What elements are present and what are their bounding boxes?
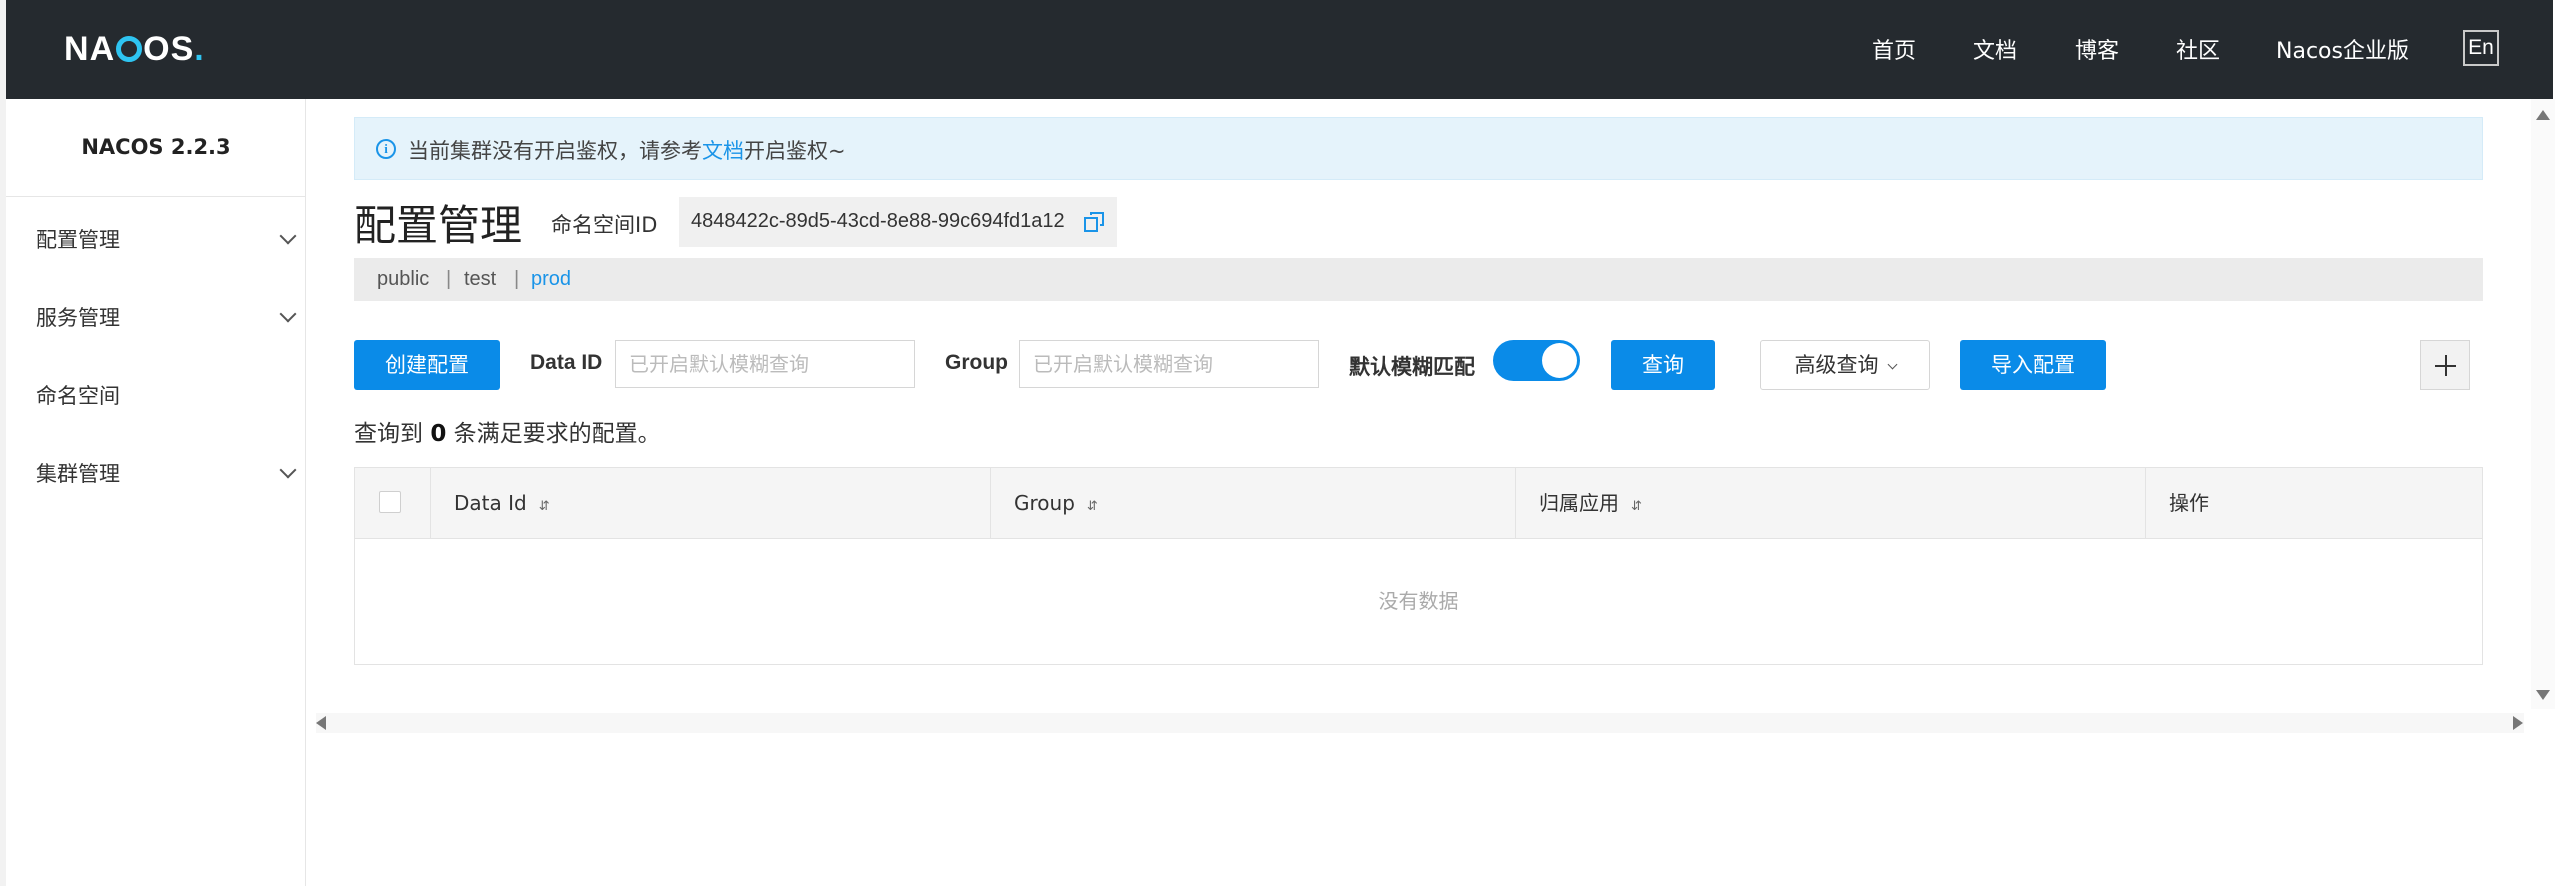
sort-icon[interactable]: ⇵ — [539, 499, 550, 514]
scroll-left-icon[interactable] — [316, 716, 326, 730]
sidebar-item-config-management[interactable]: 配置管理 — [36, 224, 298, 254]
namespace-tab-test[interactable]: test — [464, 268, 496, 291]
sidebar-item-cluster-management[interactable]: 集群管理 — [36, 458, 298, 488]
namespace-separator: | — [514, 268, 520, 290]
sidebar-item-label: 集群管理 — [36, 462, 120, 486]
sidebar-item-label: 服务管理 — [36, 306, 120, 330]
scroll-right-icon[interactable] — [2513, 716, 2523, 730]
scroll-up-icon[interactable] — [2536, 110, 2550, 120]
import-config-button[interactable]: 导入配置 — [1960, 340, 2106, 390]
sort-icon[interactable]: ⇵ — [1087, 499, 1098, 514]
column-header-group[interactable]: Group ⇵ — [990, 468, 1515, 539]
plus-icon[interactable] — [2420, 340, 2470, 390]
info-icon: i — [376, 139, 396, 159]
result-count: 0 — [430, 421, 447, 447]
nav-blog[interactable]: 博客 — [2075, 33, 2119, 65]
notice-message: 当前集群没有开启鉴权，请参考文档开启鉴权~ — [408, 135, 846, 165]
create-config-button[interactable]: 创建配置 — [354, 340, 500, 390]
data-id-input[interactable]: 已开启默认模糊查询 — [615, 340, 915, 388]
sidebar-item-label: 命名空间 — [36, 384, 120, 408]
column-label: Data Id — [454, 491, 527, 515]
chevron-down-icon — [1887, 359, 1897, 370]
empty-state: 没有数据 — [1378, 589, 1459, 613]
sort-icon[interactable]: ⇵ — [1631, 499, 1642, 514]
config-table: Data Id ⇵ Group ⇵ 归属应用 ⇵ 操作 没有数据 — [354, 467, 2483, 665]
chevron-down-icon — [279, 461, 297, 479]
version-label: NACOS 2.2.3 — [81, 135, 231, 159]
namespace-id-box: 4848422c-89d5-43cd-8e88-99c694fd1a12 — [679, 197, 1117, 247]
fuzzy-match-label: 默认模糊匹配 — [1349, 356, 1475, 379]
nav-enterprise[interactable]: Nacos企业版 — [2276, 33, 2409, 65]
logo-ring-icon — [116, 36, 143, 62]
sidebar-item-service-management[interactable]: 服务管理 — [36, 302, 298, 332]
table-header: Data Id ⇵ Group ⇵ 归属应用 ⇵ 操作 — [355, 468, 2482, 539]
vertical-scrollbar[interactable] — [2531, 99, 2555, 709]
advanced-query-label: 高级查询 — [1794, 353, 1879, 377]
nav-home[interactable]: 首页 — [1872, 33, 1916, 65]
chevron-down-icon — [279, 305, 297, 323]
page-title: 配置管理 — [354, 201, 523, 250]
toggle-knob — [1542, 343, 1577, 378]
notice-prefix: 当前集群没有开启鉴权，请参考 — [408, 139, 702, 163]
nav-docs[interactable]: 文档 — [1973, 33, 2017, 65]
query-result-summary: 查询到 0 条满足要求的配置。 — [354, 414, 661, 448]
select-all-checkbox[interactable] — [379, 491, 401, 513]
language-toggle[interactable]: En — [2463, 30, 2499, 66]
namespace-id-value: 4848422c-89d5-43cd-8e88-99c694fd1a12 — [691, 210, 1065, 232]
notice-docs-link[interactable]: 文档 — [702, 139, 744, 163]
data-id-label: Data ID — [530, 351, 603, 374]
scroll-down-icon[interactable] — [2536, 690, 2550, 700]
result-suffix: 条满足要求的配置。 — [453, 421, 661, 447]
group-label: Group — [945, 351, 1008, 374]
namespace-tab-prod[interactable]: prod — [531, 268, 571, 291]
advanced-query-button[interactable]: 高级查询 — [1760, 340, 1930, 390]
top-header: NA OS. 首页 文档 博客 社区 Nacos企业版 En — [6, 0, 2553, 99]
column-label: 归属应用 — [1539, 491, 1619, 515]
sidebar-divider — [6, 196, 306, 197]
namespace-separator: | — [446, 268, 452, 290]
namespace-tab-public[interactable]: public — [377, 268, 429, 291]
result-prefix: 查询到 — [354, 421, 423, 447]
fuzzy-match-toggle[interactable] — [1493, 340, 1580, 381]
nav-community[interactable]: 社区 — [2176, 33, 2220, 65]
group-input[interactable]: 已开启默认模糊查询 — [1019, 340, 1319, 388]
copy-icon[interactable] — [1083, 211, 1105, 233]
column-header-app[interactable]: 归属应用 ⇵ — [1515, 468, 2145, 539]
sidebar-item-namespace[interactable]: 命名空间 — [36, 380, 298, 410]
notice-suffix: 开启鉴权~ — [744, 139, 846, 163]
sidebar: NACOS 2.2.3 配置管理 服务管理 命名空间 集群管理 — [6, 99, 306, 886]
horizontal-scrollbar[interactable] — [316, 713, 2524, 733]
column-label: Group — [1014, 491, 1075, 515]
auth-notice-banner: i 当前集群没有开启鉴权，请参考文档开启鉴权~ — [354, 117, 2483, 180]
nacos-logo[interactable]: NA OS. — [64, 30, 205, 69]
namespace-tabs: public | test | prod — [354, 258, 2483, 301]
column-header-actions: 操作 — [2145, 468, 2482, 539]
chevron-down-icon — [279, 227, 297, 245]
query-button[interactable]: 查询 — [1611, 340, 1715, 390]
sidebar-item-label: 配置管理 — [36, 228, 120, 252]
namespace-id-label: 命名空间ID — [551, 213, 658, 237]
column-header-data-id[interactable]: Data Id ⇵ — [430, 468, 990, 539]
